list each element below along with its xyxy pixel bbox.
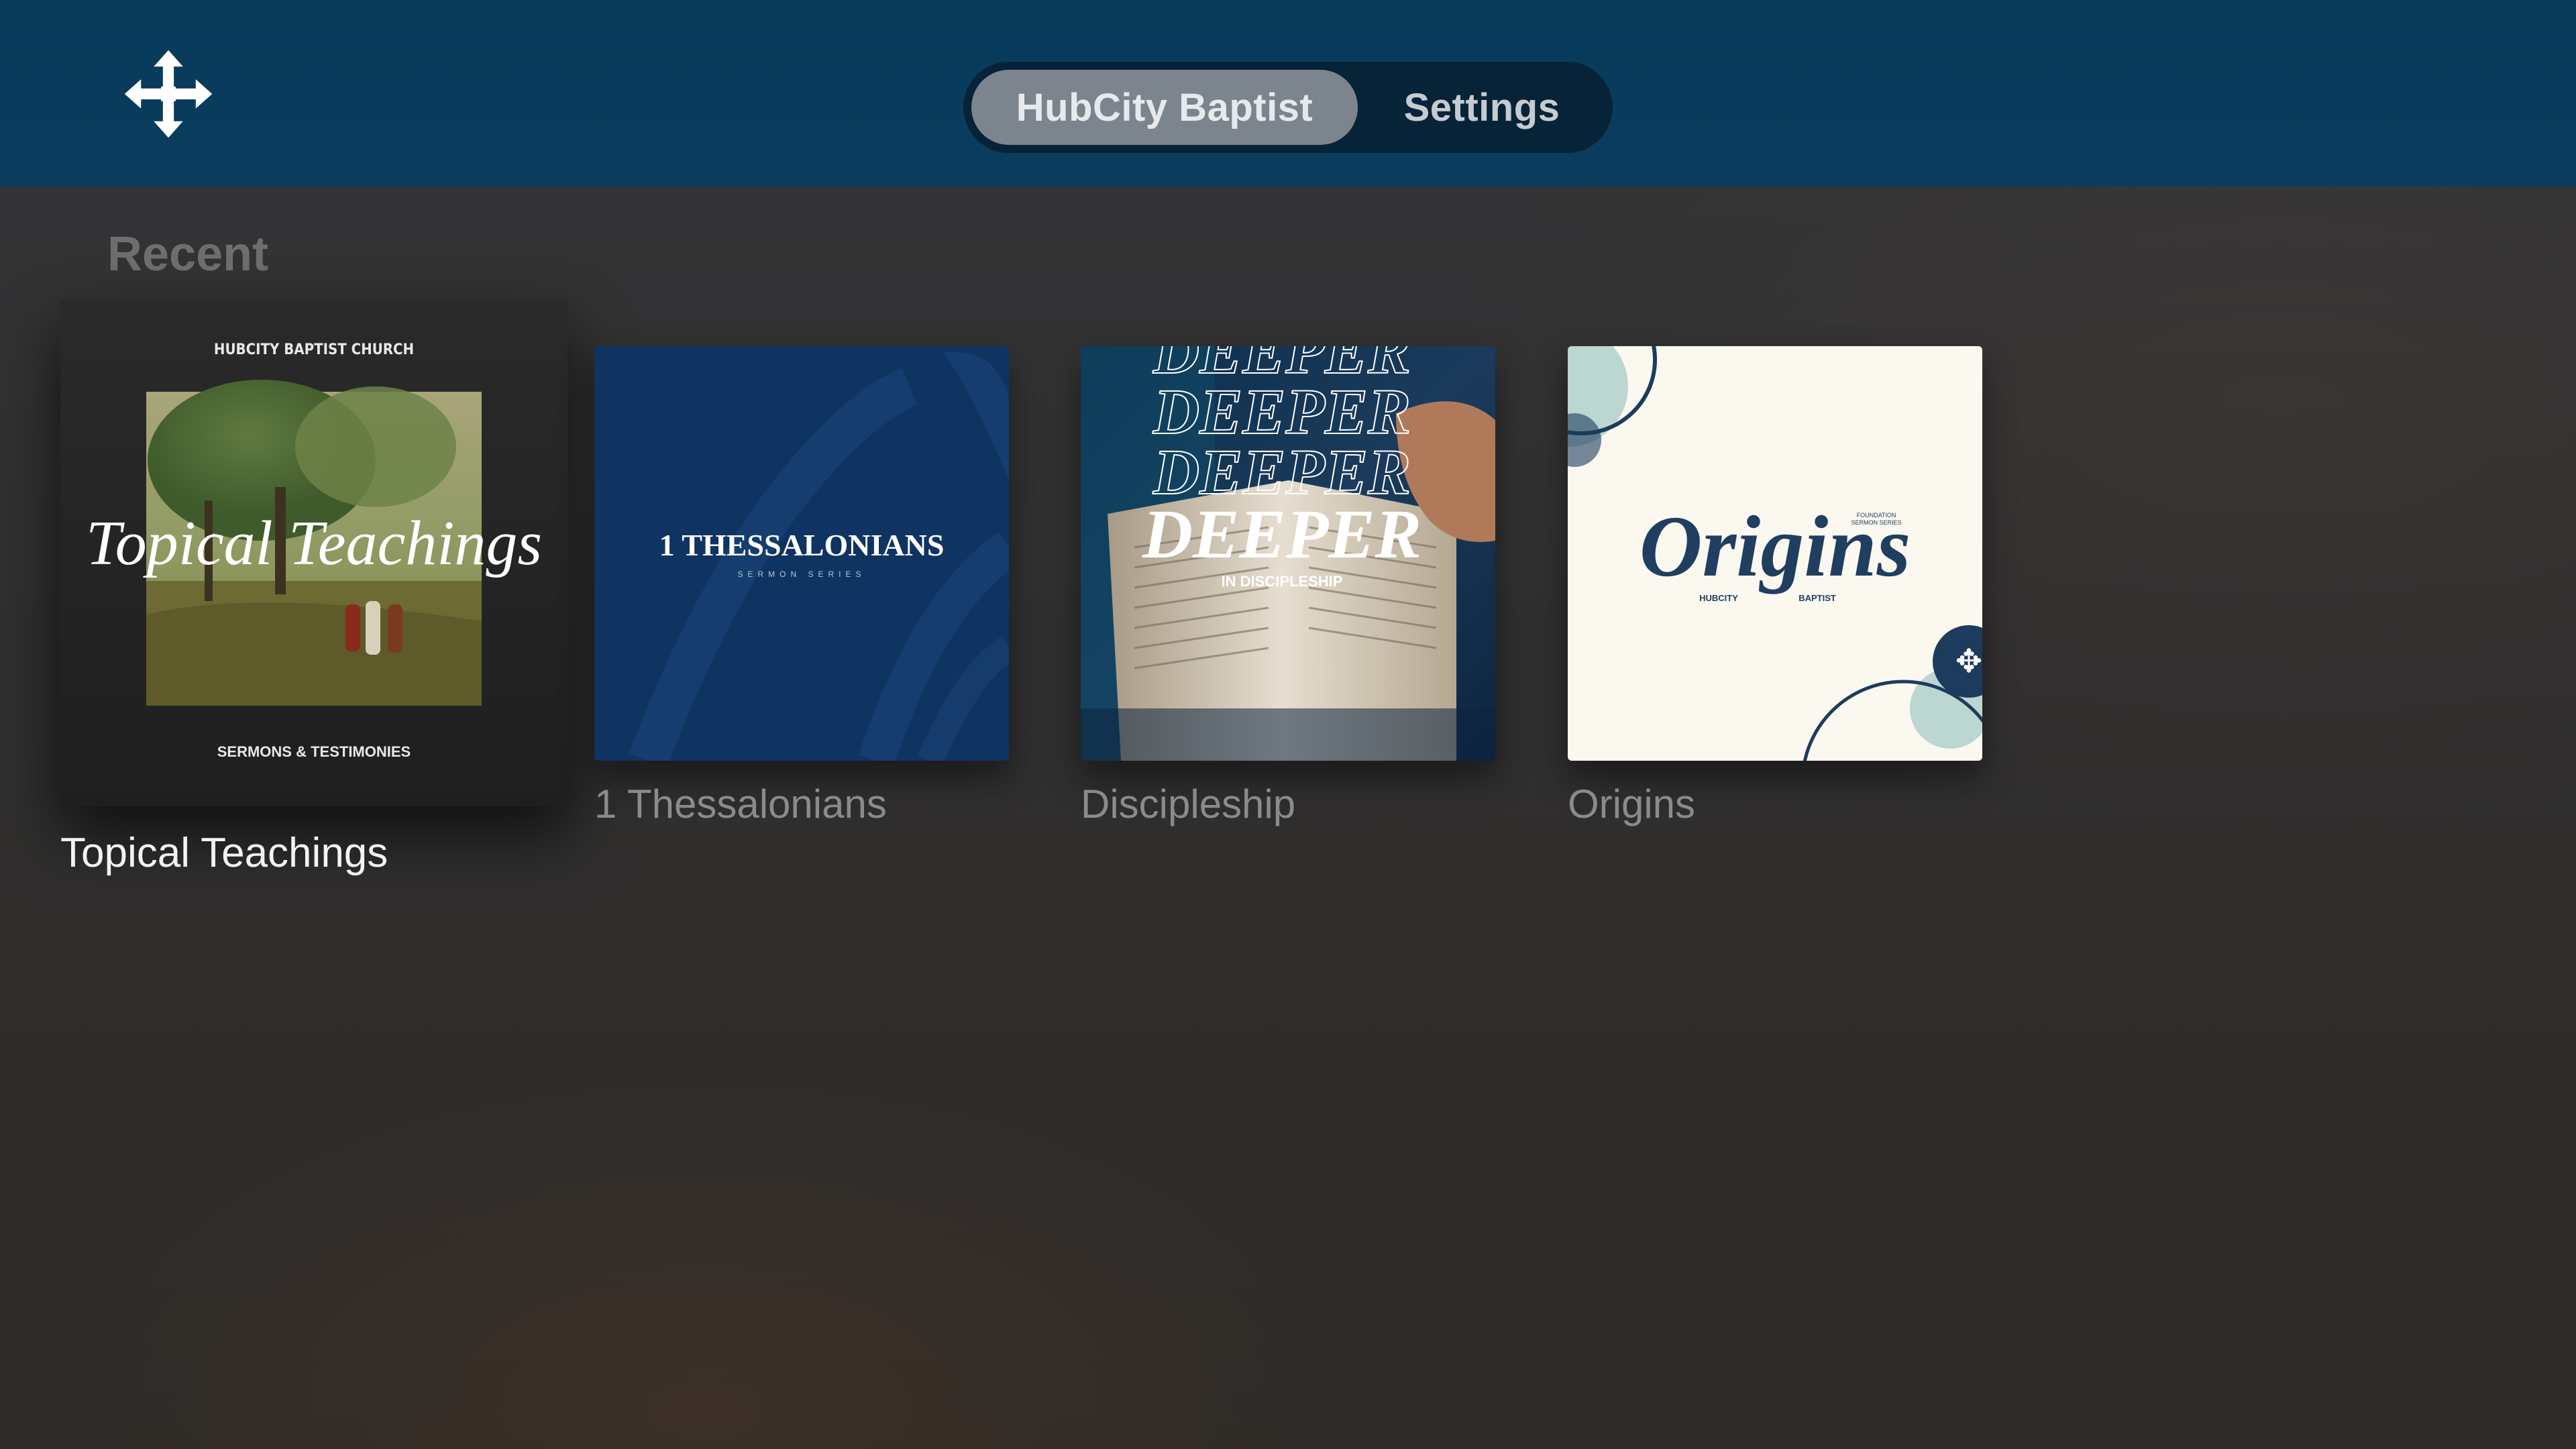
artwork-corner-line1: FOUNDATION [1857,512,1896,519]
series-artwork-origins: ✥ Origins HUBCITY BAPTIST FOUNDATION SER… [1568,346,1982,761]
series-title: 1 Thessalonians [594,782,887,826]
artwork-top-text: HUBCITY BAPTIST CHURCH [214,341,414,358]
section-title-recent: Recent [107,227,269,281]
series-title: Topical Teachings [60,830,388,876]
tab-bar: HubCity Baptist Settings [963,62,1613,153]
artwork-left-text: HUBCITY [1699,593,1738,603]
series-title: Discipleship [1081,782,1296,826]
artwork-subtitle: SERMON SERIES [737,570,865,579]
series-artwork-topical-teachings: HUBCITY BAPTIST CHURCH Topical Teachings… [60,299,568,806]
tab-hubcity-baptist[interactable]: HubCity Baptist [971,70,1358,145]
artwork-right-text: BAPTIST [1799,593,1836,603]
series-card-topical-teachings[interactable]: HUBCITY BAPTIST CHURCH Topical Teachings… [60,299,568,876]
series-title: Origins [1568,782,1696,826]
series-card-origins[interactable]: ✥ Origins HUBCITY BAPTIST FOUNDATION SER… [1568,346,1982,829]
series-card-discipleship[interactable]: DEEPER DEEPER DEEPER DEEPER IN DISCIPLES… [1081,346,1495,829]
artwork-title: Topical Teachings [86,508,542,578]
tab-settings[interactable]: Settings [1366,70,1598,145]
series-card-1-thessalonians[interactable]: 1 THESSALONIANS SERMON SERIES 1 Thessalo… [594,346,1009,829]
svg-text:✥: ✥ [1955,643,1982,680]
top-bar: HubCity Baptist Settings [0,0,2576,186]
hubcity-cross-arrows-icon [123,48,214,140]
artwork-bottom-text: SERMONS & TESTIMONIES [217,743,411,760]
series-artwork-discipleship: DEEPER DEEPER DEEPER DEEPER IN DISCIPLES… [1081,346,1495,761]
artwork-corner-line2: SERMON SERIES [1851,519,1901,526]
series-artwork-1-thessalonians: 1 THESSALONIANS SERMON SERIES [594,346,1009,761]
artwork-title: DEEPER [1142,496,1421,573]
artwork-subtitle: IN DISCIPLESHIP [1222,573,1343,590]
artwork-title: 1 THESSALONIANS [659,528,945,562]
